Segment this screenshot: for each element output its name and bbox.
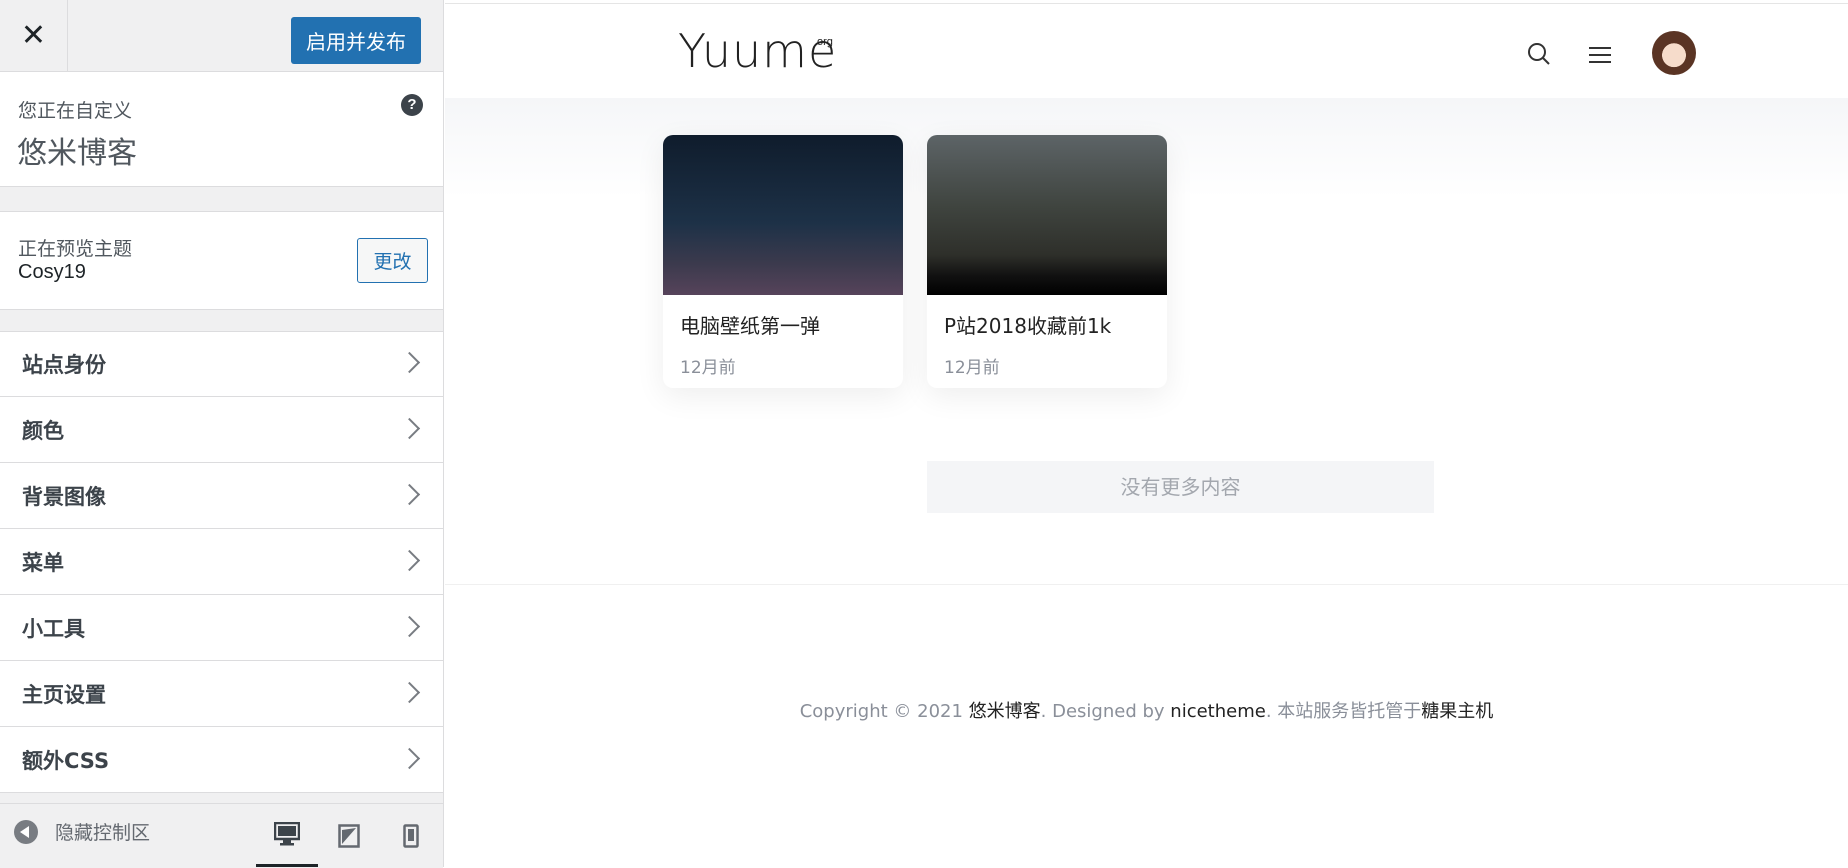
chevron-right-icon — [398, 615, 421, 638]
site-preview: Yuume org 电脑壁纸第一弹 12月前 P站2018收藏前1k 12月前 … — [445, 0, 1848, 867]
customizing-info: 您正在自定义 悠米博客 — [0, 72, 443, 187]
no-more-content: 没有更多内容 — [927, 461, 1434, 513]
chevron-right-icon — [398, 417, 421, 440]
post-thumbnail[interactable] — [663, 135, 903, 295]
section-site-identity[interactable]: 站点身份 — [0, 331, 443, 397]
post-date: 12月前 — [944, 358, 1000, 378]
post-title[interactable]: 电脑壁纸第一弹 — [680, 310, 820, 339]
section-background-image[interactable]: 背景图像 — [0, 463, 443, 529]
desktop-preview-button[interactable] — [256, 804, 318, 867]
chevron-right-icon — [398, 549, 421, 572]
section-label: 小工具 — [22, 617, 85, 641]
section-label: 背景图像 — [22, 485, 106, 509]
section-additional-css[interactable]: 额外CSS — [0, 727, 443, 793]
section-colors[interactable]: 颜色 — [0, 397, 443, 463]
host-link[interactable]: 糖果主机 — [1421, 701, 1493, 722]
post-card[interactable]: 电脑壁纸第一弹 12月前 — [663, 135, 903, 388]
hosted-text: . 本站服务皆托管于 — [1265, 701, 1422, 722]
theme-name: Cosy19 — [18, 261, 86, 283]
search-icon[interactable] — [1527, 42, 1551, 71]
customizer-header: ✕ 启用并发布 — [0, 0, 443, 72]
post-thumbnail[interactable] — [927, 135, 1167, 295]
customizer-sections: 站点身份 颜色 背景图像 菜单 小工具 主页设置 额外CSS — [0, 331, 443, 793]
theme-preview-label: 正在预览主题 — [18, 238, 133, 260]
customizer-footer: 隐藏控制区 — [0, 803, 443, 868]
theme-info: 正在预览主题 Cosy19 更改 — [0, 211, 443, 310]
hide-controls-button[interactable]: 隐藏控制区 — [14, 818, 150, 845]
section-label: 站点身份 — [22, 353, 106, 377]
post-card[interactable]: P站2018收藏前1k 12月前 — [927, 135, 1167, 388]
logo-org-mark: org — [817, 36, 833, 48]
footer-site-link[interactable]: 悠米博客 — [969, 701, 1041, 722]
change-theme-button[interactable]: 更改 — [357, 238, 428, 283]
close-icon: ✕ — [20, 19, 47, 52]
section-menus[interactable]: 菜单 — [0, 529, 443, 595]
section-label: 主页设置 — [22, 683, 106, 707]
desktop-icon — [274, 822, 300, 846]
post-title[interactable]: P站2018收藏前1k — [944, 310, 1111, 339]
avatar[interactable] — [1652, 31, 1696, 75]
post-date: 12月前 — [680, 358, 736, 378]
mobile-icon — [403, 823, 419, 848]
customizing-label: 您正在自定义 — [18, 100, 133, 122]
menu-icon[interactable] — [1588, 46, 1612, 69]
site-logo[interactable]: Yuume — [678, 24, 837, 78]
designed-by-text: . Designed by — [1040, 701, 1171, 722]
section-homepage-settings[interactable]: 主页设置 — [0, 661, 443, 727]
section-label: 颜色 — [22, 419, 64, 443]
copyright-text: Copyright © 2021 悠米博客. Designed by nicet… — [445, 697, 1848, 723]
tablet-preview-button[interactable] — [318, 804, 380, 867]
close-button[interactable]: ✕ — [0, 0, 68, 71]
chevron-right-icon — [398, 747, 421, 770]
publish-button[interactable]: 启用并发布 — [291, 17, 421, 64]
chevron-right-icon — [398, 351, 421, 374]
section-label: 额外CSS — [22, 749, 110, 773]
site-title: 悠米博客 — [17, 136, 137, 171]
tablet-icon — [338, 823, 360, 848]
designer-link[interactable]: nicetheme — [1170, 701, 1266, 722]
chevron-right-icon — [398, 681, 421, 704]
collapse-arrow-icon — [14, 819, 38, 844]
copyright-prefix: Copyright © 2021 — [799, 701, 969, 722]
mobile-preview-button[interactable] — [380, 804, 442, 867]
footer-divider — [445, 584, 1848, 585]
hide-controls-label: 隐藏控制区 — [55, 822, 151, 844]
help-icon[interactable]: ? — [401, 94, 423, 116]
chevron-right-icon — [398, 483, 421, 506]
section-label: 菜单 — [22, 551, 64, 575]
section-widgets[interactable]: 小工具 — [0, 595, 443, 661]
site-header: Yuume org — [445, 3, 1848, 99]
customizer-panel: ✕ 启用并发布 您正在自定义 悠米博客 ? 正在预览主题 Cosy19 更改 站… — [0, 0, 444, 868]
